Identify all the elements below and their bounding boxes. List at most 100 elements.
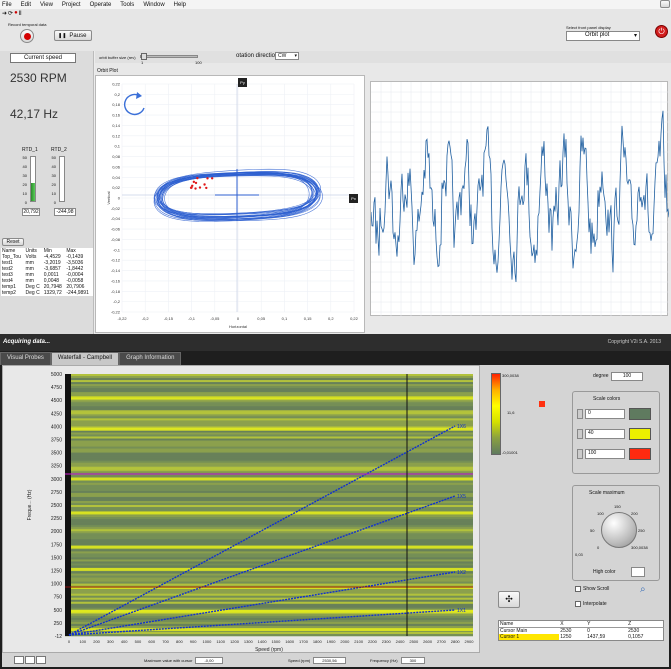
- campbell-noise-band: [65, 386, 473, 389]
- show-scroll-checkbox[interactable]: [575, 586, 581, 592]
- record-button[interactable]: [20, 29, 34, 43]
- cursor-cell: 0,1057: [628, 634, 644, 640]
- scale-color-swatch[interactable]: [629, 408, 651, 420]
- campbell-panel: 5000 4750 4500 4250 4000 3750 3500 3250 3000 2750…: [2, 365, 669, 667]
- campbell-order-label: 1X6: [457, 424, 466, 430]
- scale-color-swatch[interactable]: [629, 448, 651, 460]
- menu-help[interactable]: Help: [174, 2, 186, 8]
- bottom-field-value: 2530,56: [313, 656, 346, 664]
- py-marker: Py: [238, 78, 247, 87]
- front-panel-select[interactable]: Orbit plot ▾: [566, 31, 640, 41]
- scale-color-stepper[interactable]: [577, 449, 583, 459]
- menu-edit[interactable]: Edit: [21, 2, 31, 8]
- menu-operate[interactable]: Operate: [90, 2, 112, 8]
- scale-color-value[interactable]: 100: [585, 449, 625, 459]
- abort-icon[interactable]: ●: [14, 10, 18, 17]
- campbell-noise-band: [65, 458, 473, 461]
- campbell-noise-band: [65, 406, 473, 409]
- orbit-ytick: 0,14: [112, 123, 121, 128]
- scale-max-knob[interactable]: [601, 512, 637, 548]
- rotation-select[interactable]: CW ▾: [275, 52, 299, 60]
- tab-row: Visual Probes Waterfall - Campbell Graph…: [0, 351, 671, 365]
- scale-color-stepper[interactable]: [577, 429, 583, 439]
- campbell-ytick: 1750: [51, 542, 62, 548]
- window-close-icon[interactable]: [660, 0, 670, 8]
- campbell-plot-frame: 5000 4750 4500 4250 4000 3750 3500 3250 3000 2750…: [2, 365, 480, 653]
- stop-button[interactable]: ⏻: [655, 25, 668, 38]
- rtd1-fill: [31, 182, 35, 201]
- campbell-noise-band: [65, 505, 473, 508]
- menu-tools[interactable]: Tools: [120, 2, 134, 8]
- orbit-ytick: -0,02: [111, 206, 121, 211]
- graph-palette-pan[interactable]: [36, 656, 46, 664]
- menu-file[interactable]: File: [2, 2, 12, 8]
- scale-color-swatch[interactable]: [629, 428, 651, 440]
- campbell-noise-band: [65, 424, 473, 427]
- graph-palette-cursor[interactable]: [14, 656, 24, 664]
- campbell-noise-band: [65, 388, 473, 391]
- campbell-noise-band: [65, 416, 473, 419]
- spectrum-plot[interactable]: [370, 81, 669, 317]
- orbit-panel: orbit buffer size (rev) 1 100 otation di…: [95, 51, 671, 334]
- reset-button[interactable]: Reset: [2, 238, 24, 246]
- degree-input[interactable]: 100: [611, 372, 643, 381]
- menu-project[interactable]: Project: [62, 2, 81, 8]
- show-scroll-toggle[interactable]: Show Scroll: [575, 586, 609, 592]
- menu-view[interactable]: View: [40, 2, 53, 8]
- rtd1-tick-label: 0: [24, 200, 27, 205]
- campbell-xtick: 1700: [299, 639, 309, 644]
- buffer-slider-handle[interactable]: [141, 53, 147, 60]
- knob-tick-label: 300,0038: [631, 545, 648, 550]
- campbell-noise-band: [65, 400, 473, 403]
- knob-tick-label: 50: [590, 528, 595, 533]
- pause-button[interactable]: ❚❚ Pause: [54, 30, 92, 41]
- rtd1-tick-label: 50: [22, 155, 27, 160]
- graph-palette-zoom[interactable]: [25, 656, 35, 664]
- campbell-noise-band: [65, 621, 473, 625]
- campbell-harmonic-band: [65, 567, 473, 571]
- buffer-size-slider[interactable]: [140, 53, 198, 60]
- orbit-plot[interactable]: 0,22 0,2 0,18 0,16 0,14 0,12 0,1 0,08 0,06 0,04 0,…: [95, 75, 365, 333]
- campbell-ytick: 1250: [51, 569, 62, 575]
- campbell-xtick: 1900: [327, 639, 337, 644]
- rpm-readout: 2530 RPM: [10, 71, 67, 85]
- tab-graph-information[interactable]: Graph Information: [119, 352, 182, 365]
- campbell-noise-band: [65, 535, 473, 538]
- cursor-tool-button[interactable]: ✣: [498, 591, 520, 608]
- scale-color-value[interactable]: 0: [585, 409, 625, 419]
- campbell-xtick: 2800: [451, 639, 461, 644]
- cursor-row[interactable]: Cursor 1 1250 1437,59 0,1057: [498, 634, 664, 641]
- orbit-ytick: 0,18: [112, 102, 121, 107]
- run-continuous-icon[interactable]: ⟳: [8, 10, 13, 17]
- high-color-swatch[interactable]: [631, 567, 645, 577]
- campbell-ytick: 2000: [51, 529, 62, 535]
- campbell-ytick: 750: [54, 595, 63, 601]
- orbit-xtick: 0,15: [304, 316, 313, 321]
- orbit-ytick: -0,16: [111, 278, 121, 283]
- run-arrow-icon[interactable]: ➜: [2, 10, 7, 17]
- campbell-noise-band: [65, 575, 473, 578]
- interpolate-checkbox[interactable]: [575, 601, 581, 607]
- campbell-xtick: 800: [176, 639, 183, 644]
- zoom-icon[interactable]: ⌕: [640, 584, 646, 595]
- channel-row[interactable]: temp2 Deg C 1329,72 -244,9891: [1, 290, 93, 296]
- campbell-plot[interactable]: 5000475045004250400037503500325030002750…: [3, 366, 481, 654]
- campbell-noise-band: [65, 470, 473, 474]
- orbit-keyphasor-dot: [196, 176, 199, 180]
- campbell-ytick: 1000: [51, 582, 62, 588]
- orbit-ytick: -0,12: [111, 258, 121, 263]
- pause-run-icon[interactable]: Ⅱ: [19, 10, 22, 17]
- tab-visual-probes[interactable]: Visual Probes: [0, 352, 51, 365]
- tab-waterfall-campbell[interactable]: Waterfall - Campbell: [50, 352, 120, 365]
- campbell-xtick: 2600: [423, 639, 433, 644]
- scale-color-stepper[interactable]: [577, 409, 583, 419]
- campbell-noise-band: [65, 474, 473, 478]
- campbell-noise-band: [65, 392, 473, 395]
- campbell-noise-band: [65, 418, 473, 421]
- campbell-noise-band: [65, 581, 473, 584]
- interpolate-toggle[interactable]: Interpolate: [575, 601, 607, 607]
- menu-window[interactable]: Window: [143, 2, 164, 8]
- scale-color-value[interactable]: 40: [585, 429, 625, 439]
- status-text: Acquiring data...: [3, 339, 51, 345]
- campbell-noise-band: [65, 432, 473, 435]
